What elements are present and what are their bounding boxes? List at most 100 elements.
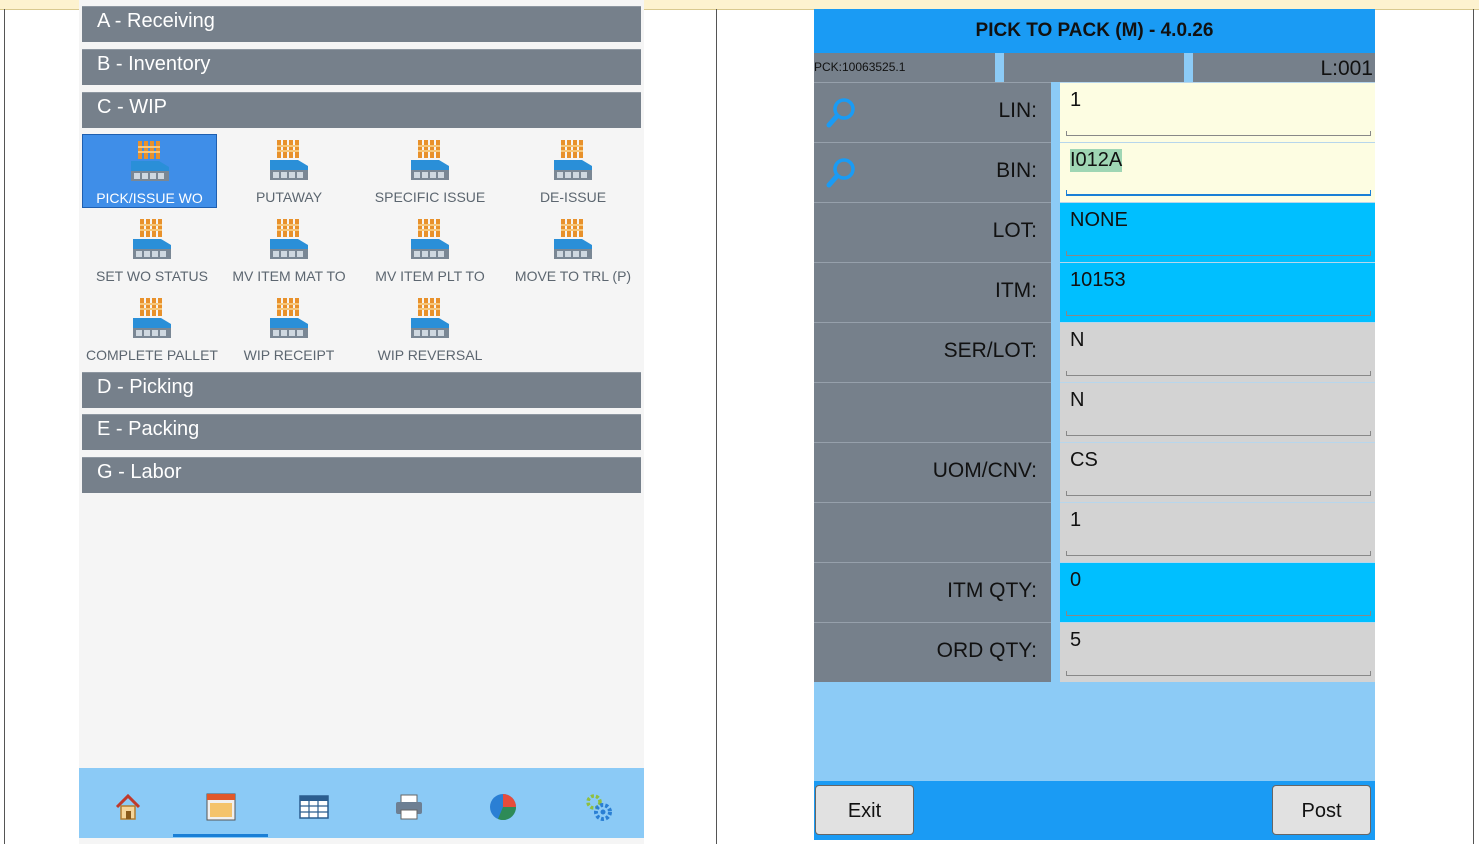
form-row: BIN: I012A [814, 142, 1375, 202]
form-row: LOT: NONE [814, 202, 1375, 262]
exit-button[interactable]: Exit [815, 785, 914, 835]
field-underline [1066, 431, 1371, 436]
field-input[interactable]: I012A [1060, 142, 1375, 202]
settings-gears-icon[interactable] [569, 778, 629, 833]
factory-icon [266, 294, 312, 340]
field-label-cell: ITM: [814, 262, 1051, 322]
wip-tile[interactable]: COMPLETE PALLET [82, 292, 222, 367]
form-row: SER/LOT: N [814, 322, 1375, 382]
menu-icon[interactable] [191, 778, 251, 833]
field-value: 1 [1070, 509, 1082, 531]
search-icon[interactable] [824, 155, 860, 196]
factory-icon [266, 215, 312, 261]
wip-tile[interactable]: DE-ISSUE [503, 134, 643, 209]
info-bar-marker [1184, 53, 1193, 82]
field-label: SER/LOT: [943, 339, 1037, 362]
field-input[interactable]: N [1060, 322, 1375, 382]
factory-icon [407, 215, 453, 261]
field-underline [1066, 190, 1371, 196]
factory-icon [129, 215, 175, 261]
section-picking[interactable]: D - Picking [82, 372, 641, 408]
wip-tile[interactable]: PUTAWAY [219, 134, 359, 209]
field-separator [1051, 262, 1060, 322]
field-separator [1051, 442, 1060, 502]
wip-tile-label: SPECIFIC ISSUE [374, 189, 486, 205]
wip-tile[interactable]: MV ITEM PLT TO [360, 213, 500, 288]
post-button[interactable]: Post [1272, 785, 1371, 835]
field-label-cell: SER/LOT: [814, 322, 1051, 382]
field-separator [1051, 562, 1060, 622]
wip-tile-label: MV ITEM MAT TO [232, 268, 346, 284]
section-wip[interactable]: C - WIP [82, 92, 641, 128]
field-input[interactable]: 1 [1060, 502, 1375, 562]
field-underline [1066, 371, 1371, 376]
field-underline [1066, 491, 1371, 496]
wip-tile-label: COMPLETE PALLET [85, 347, 218, 363]
wip-tile-label: WIP RECEIPT [243, 347, 335, 363]
main-menu-panel: A - Receiving B - Inventory C - WIP PICK… [79, 0, 644, 844]
wip-tile-label: MV ITEM PLT TO [375, 268, 485, 284]
section-packing[interactable]: E - Packing [82, 414, 641, 450]
wip-tile-label: PICK/ISSUE WO [96, 190, 203, 206]
field-underline [1066, 251, 1371, 256]
wip-tile[interactable]: SET WO STATUS [82, 213, 222, 288]
form-row: 1 [814, 502, 1375, 562]
field-input[interactable]: 1 [1060, 82, 1375, 142]
wip-tile-label: PUTAWAY [255, 189, 323, 205]
wip-tile-label: MOVE TO TRL (P) [514, 268, 632, 284]
field-separator [1051, 322, 1060, 382]
field-label: LOT: [992, 219, 1037, 242]
field-label-cell: ORD QTY: [814, 622, 1051, 682]
field-label: ORD QTY: [936, 639, 1037, 662]
home-icon[interactable] [98, 778, 158, 833]
field-label: LIN: [998, 99, 1037, 122]
factory-icon [407, 294, 453, 340]
wip-tile[interactable]: WIP RECEIPT [219, 292, 359, 367]
field-value: 0 [1070, 569, 1082, 591]
screen-title: PICK TO PACK (M) - 4.0.26 [814, 9, 1375, 53]
table-icon[interactable] [284, 778, 344, 833]
field-underline [1066, 131, 1371, 136]
field-label-cell: BIN: [814, 142, 1051, 202]
wip-tile[interactable]: WIP REVERSAL [360, 292, 500, 367]
field-separator [1051, 502, 1060, 562]
wip-tile[interactable]: MOVE TO TRL (P) [503, 213, 643, 288]
field-label-cell: LIN: [814, 82, 1051, 142]
field-label: UOM/CNV: [932, 459, 1037, 482]
field-value: 10153 [1070, 269, 1126, 291]
field-input[interactable]: 5 [1060, 622, 1375, 682]
active-tab-indicator [173, 834, 268, 837]
section-inventory[interactable]: B - Inventory [82, 49, 641, 85]
field-value: CS [1070, 449, 1098, 471]
field-label-cell: LOT: [814, 202, 1051, 262]
pie-chart-icon[interactable] [473, 778, 533, 833]
section-labor[interactable]: G - Labor [82, 457, 641, 493]
field-input[interactable]: 10153 [1060, 262, 1375, 322]
wip-tile[interactable]: MV ITEM MAT TO [219, 213, 359, 288]
field-label-cell: ITM QTY: [814, 562, 1051, 622]
search-icon[interactable] [824, 95, 860, 136]
field-underline [1066, 611, 1371, 616]
info-bar-marker [995, 53, 1004, 82]
field-input[interactable]: 0 [1060, 562, 1375, 622]
line-number: L:001 [1320, 57, 1373, 80]
field-input[interactable]: NONE [1060, 202, 1375, 262]
field-label: ITM: [995, 279, 1037, 302]
factory-icon [127, 137, 173, 183]
section-receiving[interactable]: A - Receiving [82, 6, 641, 42]
form-row: ORD QTY: 5 [814, 622, 1375, 682]
field-underline [1066, 671, 1371, 676]
field-input[interactable]: N [1060, 382, 1375, 442]
wip-tile[interactable]: PICK/ISSUE WO [82, 134, 217, 208]
pick-to-pack-panel: PICK TO PACK (M) - 4.0.26 PCK:10063525.1… [814, 9, 1375, 840]
field-value: 1 [1070, 89, 1082, 111]
field-underline [1066, 551, 1371, 556]
field-separator [1051, 622, 1060, 682]
field-value: NONE [1070, 209, 1128, 231]
info-bar: PCK:10063525.1 L:001 [814, 53, 1375, 82]
printer-icon[interactable] [379, 778, 439, 833]
field-input[interactable]: CS [1060, 442, 1375, 502]
wip-tile[interactable]: SPECIFIC ISSUE [360, 134, 500, 209]
form-row: LIN: 1 [814, 82, 1375, 142]
footer-bar: Exit Post [814, 781, 1375, 840]
